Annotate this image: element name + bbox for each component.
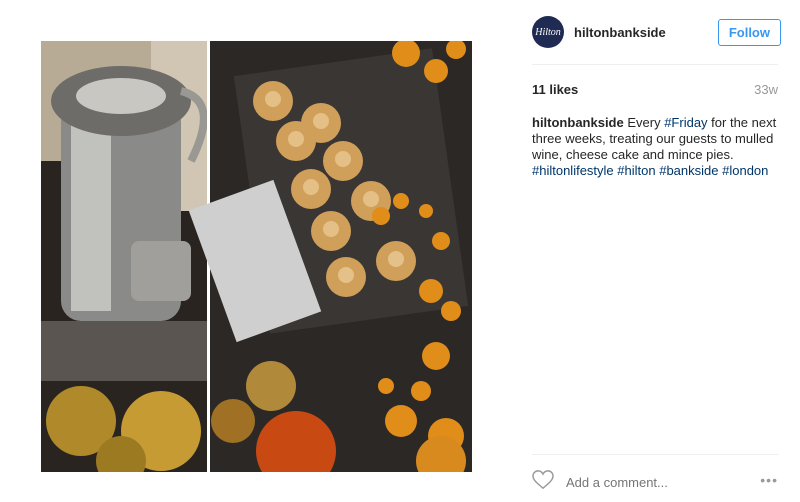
photo-collage: [41, 41, 472, 472]
post-age[interactable]: 33w: [754, 82, 778, 97]
follow-button[interactable]: Follow: [717, 19, 781, 46]
more-options-icon[interactable]: •••: [760, 472, 778, 488]
likes-count[interactable]: 11 likes: [532, 82, 578, 97]
post-header: Hilton hiltonbankside Follow: [532, 14, 781, 50]
heart-icon[interactable]: [532, 469, 554, 495]
post-photo[interactable]: [41, 41, 472, 472]
caption: hiltonbankside Every #Friday for the nex…: [532, 115, 782, 179]
comment-divider: [532, 454, 778, 455]
hashtag-bankside[interactable]: #bankside: [659, 163, 718, 178]
comment-input[interactable]: [564, 473, 748, 491]
hashtag-hilton[interactable]: #hilton: [617, 163, 655, 178]
hashtag-hiltonlifestyle[interactable]: #hiltonlifestyle: [532, 163, 614, 178]
caption-username[interactable]: hiltonbankside: [532, 115, 624, 130]
avatar-text: Hilton: [535, 26, 561, 38]
post-sidebar: Hilton hiltonbankside Follow 11 likes 33…: [520, 0, 800, 502]
hashtag-london[interactable]: #london: [722, 163, 768, 178]
header-divider: [532, 64, 778, 65]
caption-text-1: Every: [623, 115, 665, 130]
hashtag-friday[interactable]: #Friday: [664, 115, 707, 130]
username[interactable]: hiltonbankside: [574, 25, 666, 40]
avatar[interactable]: Hilton: [532, 16, 564, 48]
comment-row: [532, 469, 782, 495]
